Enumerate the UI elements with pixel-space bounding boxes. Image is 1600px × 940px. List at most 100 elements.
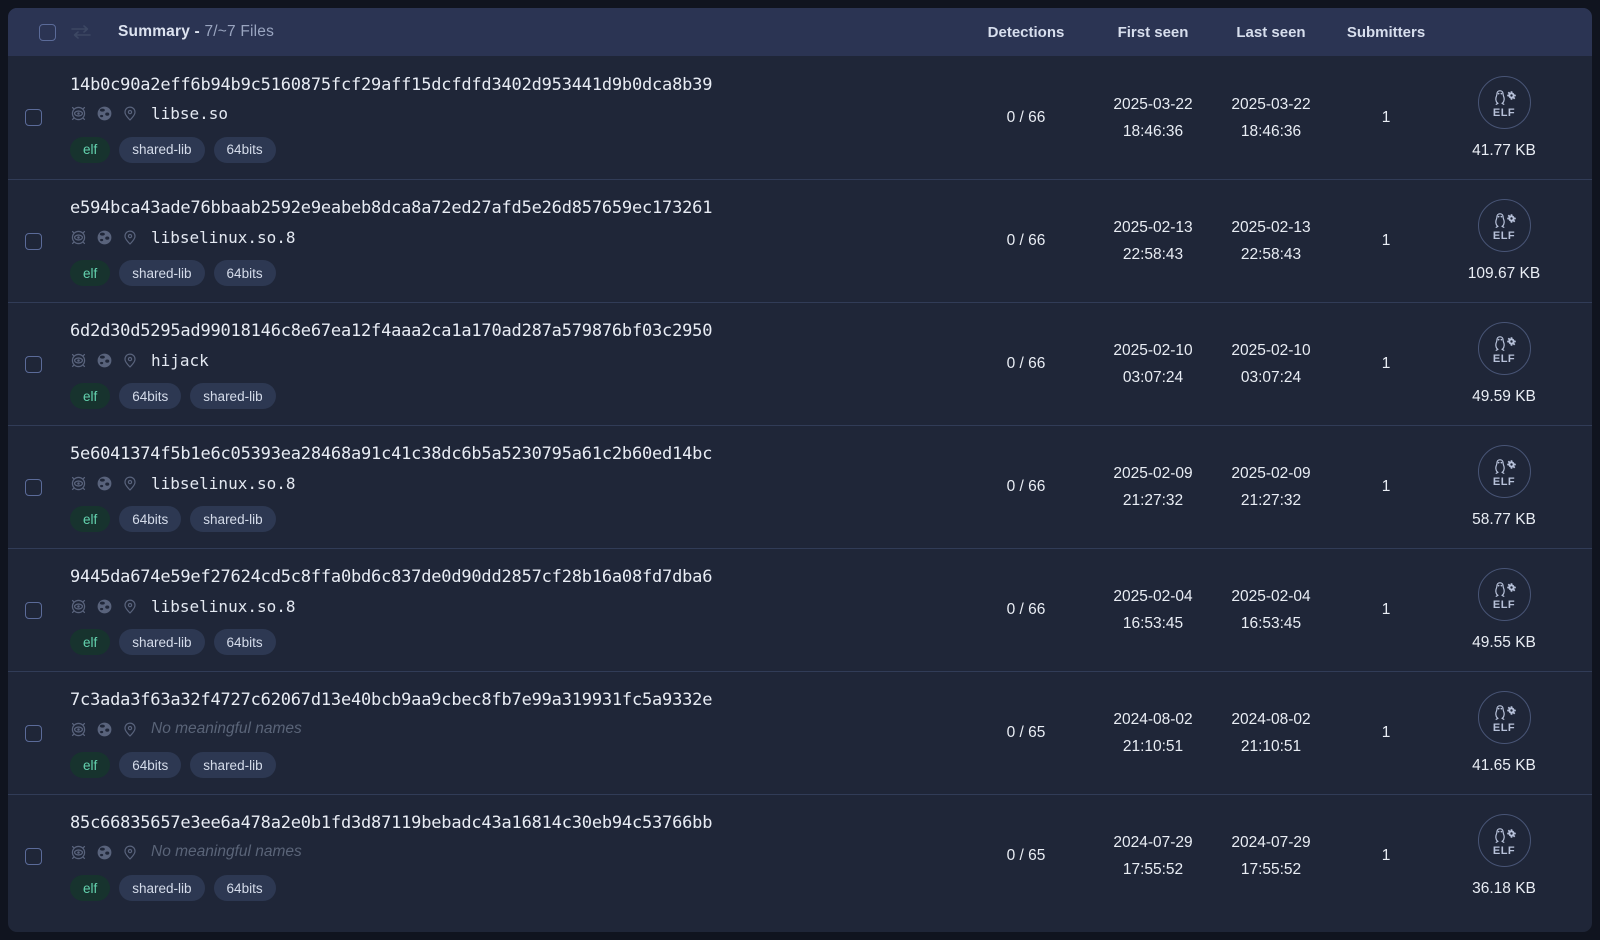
row-checkbox[interactable] xyxy=(25,602,42,619)
tag-elf[interactable]: elf xyxy=(70,875,110,901)
column-header-first-seen[interactable]: First seen xyxy=(1094,24,1212,41)
type-size-cell: ELF 41.77 KB xyxy=(1442,76,1592,160)
tag-64bits[interactable]: 64bits xyxy=(214,629,276,655)
file-row[interactable]: 9445da674e59ef27624cd5c8ffa0bd6c837de0d9… xyxy=(8,548,1592,671)
detections-value: 0 / 66 xyxy=(958,601,1094,619)
tag-shared-lib[interactable]: shared-lib xyxy=(119,137,204,163)
detections-value: 0 / 66 xyxy=(958,232,1094,250)
last-seen-date: 2025-02-10 xyxy=(1212,337,1330,364)
elf-file-type-badge: ELF xyxy=(1478,814,1531,867)
row-checkbox[interactable] xyxy=(25,109,42,126)
tag-shared-lib[interactable]: shared-lib xyxy=(119,875,204,901)
scope-eye-icon xyxy=(70,475,87,492)
header-title-cell: Summary - 7/~7 Files xyxy=(56,23,958,41)
file-hash[interactable]: 85c66835657e3ee6a478a2e0b1fd3d87119bebad… xyxy=(70,812,948,834)
list-header: Summary - 7/~7 Files Detections First se… xyxy=(8,8,1592,56)
file-info: 7c3ada3f63a32f4727c62067d13e40bcb9aa9cbe… xyxy=(56,674,958,792)
tag-shared-lib[interactable]: shared-lib xyxy=(119,629,204,655)
tag-shared-lib[interactable]: shared-lib xyxy=(190,506,275,532)
file-hash[interactable]: e594bca43ade76bbaab2592e9eabeb8dca8a72ed… xyxy=(70,197,948,219)
file-row[interactable]: e594bca43ade76bbaab2592e9eabeb8dca8a72ed… xyxy=(8,179,1592,302)
elf-badge-label: ELF xyxy=(1493,108,1515,119)
file-hash[interactable]: 14b0c90a2eff6b94b9c5160875fcf29aff15dcfd… xyxy=(70,74,948,96)
first-seen-date: 2024-07-29 xyxy=(1094,829,1212,856)
file-name-line: No meaningful names xyxy=(70,718,948,740)
tag-64bits[interactable]: 64bits xyxy=(119,506,181,532)
tag-elf[interactable]: elf xyxy=(70,506,110,532)
last-seen-value: 2025-02-13 22:58:43 xyxy=(1212,214,1330,268)
row-checkbox[interactable] xyxy=(25,356,42,373)
file-row[interactable]: 85c66835657e3ee6a478a2e0b1fd3d87119bebad… xyxy=(8,794,1592,917)
row-checkbox[interactable] xyxy=(25,233,42,250)
first-seen-time: 16:53:45 xyxy=(1094,610,1212,637)
file-name: libse.so xyxy=(151,104,228,123)
tag-64bits[interactable]: 64bits xyxy=(119,383,181,409)
first-seen-date: 2024-08-02 xyxy=(1094,706,1212,733)
location-pin-icon xyxy=(122,721,138,738)
last-seen-value: 2025-02-09 21:27:32 xyxy=(1212,460,1330,514)
first-seen-time: 21:10:51 xyxy=(1094,733,1212,760)
first-seen-value: 2025-02-04 16:53:45 xyxy=(1094,583,1212,637)
elf-badge-label: ELF xyxy=(1493,354,1515,365)
first-seen-time: 17:55:52 xyxy=(1094,856,1212,883)
column-header-last-seen[interactable]: Last seen xyxy=(1212,24,1330,41)
tag-64bits[interactable]: 64bits xyxy=(214,137,276,163)
last-seen-date: 2024-07-29 xyxy=(1212,829,1330,856)
file-hash[interactable]: 6d2d30d5295ad99018146c8e67ea12f4aaa2ca1a… xyxy=(70,320,948,342)
type-size-cell: ELF 49.55 KB xyxy=(1442,568,1592,652)
tag-64bits[interactable]: 64bits xyxy=(214,875,276,901)
file-name-line: libselinux.so.8 xyxy=(70,472,948,494)
last-seen-time: 17:55:52 xyxy=(1212,856,1330,883)
row-checkbox[interactable] xyxy=(25,725,42,742)
tag-elf[interactable]: elf xyxy=(70,137,110,163)
file-results-panel: Summary - 7/~7 Files Detections First se… xyxy=(8,8,1592,932)
column-header-detections[interactable]: Detections xyxy=(958,24,1094,41)
row-checkbox[interactable] xyxy=(25,848,42,865)
scope-eye-icon xyxy=(70,229,87,246)
tag-64bits[interactable]: 64bits xyxy=(119,752,181,778)
file-row[interactable]: 6d2d30d5295ad99018146c8e67ea12f4aaa2ca1a… xyxy=(8,302,1592,425)
tag-elf[interactable]: elf xyxy=(70,260,110,286)
scope-eye-icon xyxy=(70,721,87,738)
file-name: libselinux.so.8 xyxy=(151,228,296,247)
last-seen-value: 2025-02-04 16:53:45 xyxy=(1212,583,1330,637)
tag-elf[interactable]: elf xyxy=(70,383,110,409)
first-seen-date: 2025-03-22 xyxy=(1094,91,1212,118)
first-seen-value: 2024-08-02 21:10:51 xyxy=(1094,706,1212,760)
column-header-submitters[interactable]: Submitters xyxy=(1330,24,1442,41)
tag-shared-lib[interactable]: shared-lib xyxy=(119,260,204,286)
scope-eye-icon xyxy=(70,844,87,861)
last-seen-date: 2025-02-04 xyxy=(1212,583,1330,610)
first-seen-value: 2025-02-10 03:07:24 xyxy=(1094,337,1212,391)
submitters-value: 1 xyxy=(1330,601,1442,619)
first-seen-value: 2025-02-13 22:58:43 xyxy=(1094,214,1212,268)
submitters-value: 1 xyxy=(1330,109,1442,127)
file-hash[interactable]: 5e6041374f5b1e6c05393ea28468a91c41c38dc6… xyxy=(70,443,948,465)
penguin-gear-icon xyxy=(1489,212,1519,230)
summary-title-bold: Summary - xyxy=(118,23,200,40)
scope-eye-icon xyxy=(70,105,87,122)
tag-elf[interactable]: elf xyxy=(70,752,110,778)
summary-title: Summary - 7/~7 Files xyxy=(118,23,274,41)
detections-value: 0 / 66 xyxy=(958,109,1094,127)
file-hash[interactable]: 9445da674e59ef27624cd5c8ffa0bd6c837de0d9… xyxy=(70,566,948,588)
rescan-swap-icon[interactable] xyxy=(70,25,92,39)
file-info: e594bca43ade76bbaab2592e9eabeb8dca8a72ed… xyxy=(56,182,958,300)
tag-elf[interactable]: elf xyxy=(70,629,110,655)
elf-badge-label: ELF xyxy=(1493,600,1515,611)
file-row[interactable]: 14b0c90a2eff6b94b9c5160875fcf29aff15dcfd… xyxy=(8,56,1592,179)
tag-list: elf shared-lib 64bits xyxy=(70,875,948,901)
tag-shared-lib[interactable]: shared-lib xyxy=(190,383,275,409)
last-seen-time: 22:58:43 xyxy=(1212,241,1330,268)
summary-title-count: 7/~7 Files xyxy=(204,23,274,40)
elf-file-type-badge: ELF xyxy=(1478,691,1531,744)
file-row[interactable]: 7c3ada3f63a32f4727c62067d13e40bcb9aa9cbe… xyxy=(8,671,1592,794)
tag-64bits[interactable]: 64bits xyxy=(214,260,276,286)
file-name: libselinux.so.8 xyxy=(151,597,296,616)
tag-shared-lib[interactable]: shared-lib xyxy=(190,752,275,778)
select-all-checkbox[interactable] xyxy=(39,24,56,41)
file-hash[interactable]: 7c3ada3f63a32f4727c62067d13e40bcb9aa9cbe… xyxy=(70,689,948,711)
last-seen-value: 2024-07-29 17:55:52 xyxy=(1212,829,1330,883)
row-checkbox[interactable] xyxy=(25,479,42,496)
file-row[interactable]: 5e6041374f5b1e6c05393ea28468a91c41c38dc6… xyxy=(8,425,1592,548)
